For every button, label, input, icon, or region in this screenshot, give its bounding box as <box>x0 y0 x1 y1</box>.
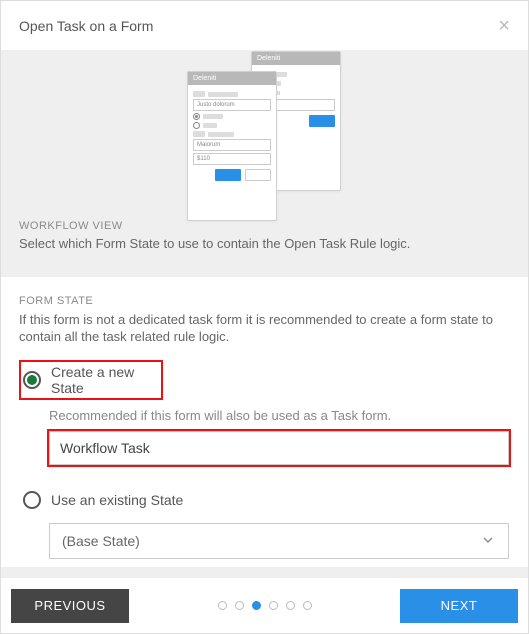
dialog-body: Deleniti Maiorum $110 Deleniti Justo dol… <box>1 51 528 577</box>
dialog-header: Open Task on a Form × <box>1 1 528 51</box>
form-state-label: FORM STATE <box>19 295 510 307</box>
mock-form-front: Deleniti Justo dolorum Maiorum $110 <box>187 71 277 221</box>
option-create-label: Create a new State <box>51 364 159 396</box>
step-dot-6[interactable] <box>303 601 312 610</box>
close-icon[interactable]: × <box>498 16 510 36</box>
option-create-new-state[interactable]: Create a new State <box>19 360 163 400</box>
step-dot-2[interactable] <box>235 601 244 610</box>
chevron-down-icon <box>480 532 496 551</box>
workflow-view-label: WORKFLOW VIEW <box>1 220 528 232</box>
option-create-subdesc: Recommended if this form will also be us… <box>49 408 510 423</box>
existing-state-selected: (Base State) <box>62 533 140 549</box>
option-existing-label: Use an existing State <box>51 492 183 508</box>
step-dot-3[interactable] <box>252 601 261 610</box>
next-button[interactable]: NEXT <box>400 589 518 623</box>
radio-create-icon <box>23 371 41 389</box>
radio-existing-icon <box>23 491 41 509</box>
step-dot-4[interactable] <box>269 601 278 610</box>
step-dot-5[interactable] <box>286 601 295 610</box>
wizard-dialog: Open Task on a Form × Deleniti Maiorum $… <box>0 0 529 634</box>
previous-button[interactable]: PREVIOUS <box>11 589 129 623</box>
dialog-title: Open Task on a Form <box>19 18 153 34</box>
illustration: Deleniti Maiorum $110 Deleniti Justo dol… <box>1 51 528 210</box>
workflow-view-desc: Select which Form State to use to contai… <box>1 232 528 251</box>
existing-state-select[interactable]: (Base State) <box>49 523 509 559</box>
step-dot-1[interactable] <box>218 601 227 610</box>
form-state-desc: If this form is not a dedicated task for… <box>19 311 510 346</box>
dialog-footer: PREVIOUS NEXT <box>1 577 528 633</box>
option-use-existing-state[interactable]: Use an existing State <box>19 487 510 513</box>
step-indicator <box>218 601 312 610</box>
form-state-panel: FORM STATE If this form is not a dedicat… <box>1 277 528 567</box>
new-state-name-input[interactable] <box>49 431 509 465</box>
